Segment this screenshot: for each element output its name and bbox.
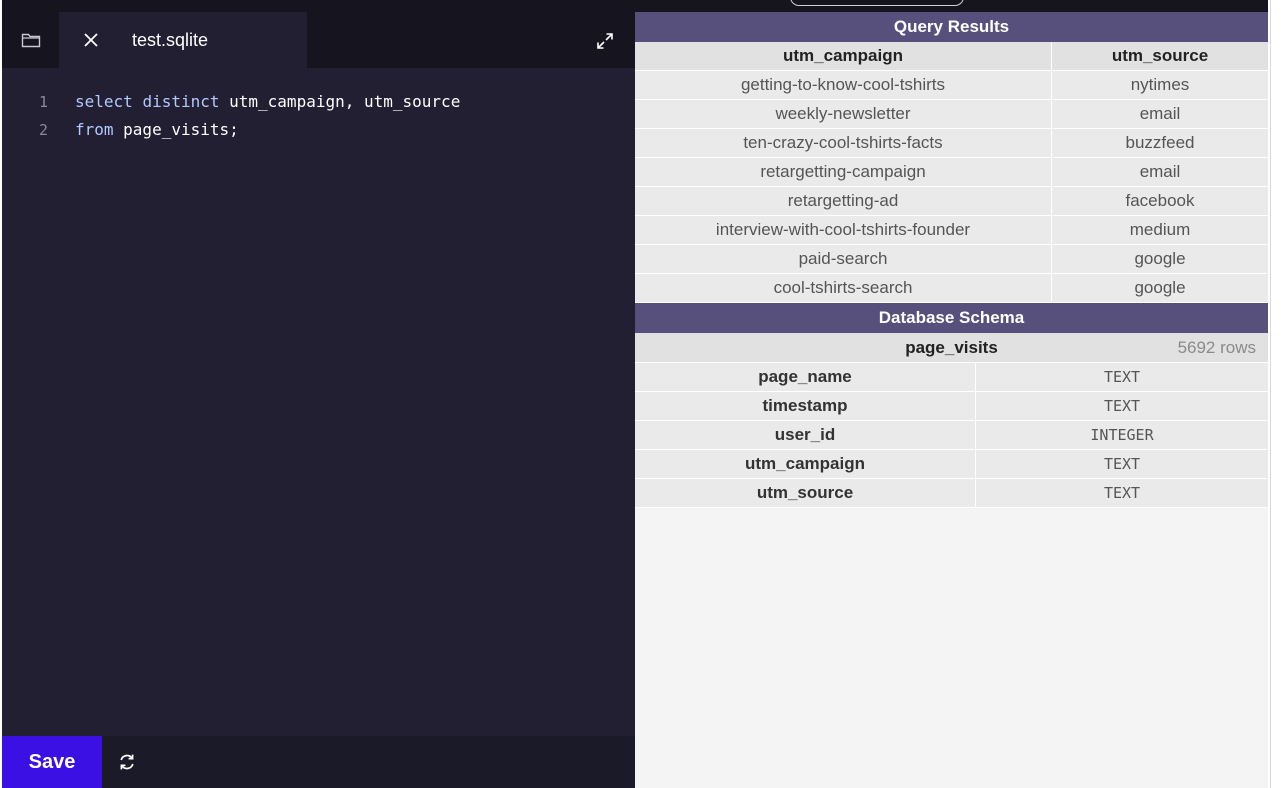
cell-utm-campaign: getting-to-know-cool-tshirts xyxy=(635,70,1052,100)
tab-test-sqlite[interactable]: test.sqlite xyxy=(59,12,307,68)
keyword-distinct: distinct xyxy=(142,92,220,111)
schema-field-row: utm_source TEXT xyxy=(635,478,1268,508)
keyword-from: from xyxy=(75,120,114,139)
code-editor-pane: test.sqlite 1 select distinct utm_campai… xyxy=(2,12,635,788)
code-line: 2 from page_visits; xyxy=(2,116,635,144)
schema-table-row[interactable]: page_visits 5692 rows xyxy=(635,333,1268,363)
code-area[interactable]: 1 select distinct utm_campaign, utm_sour… xyxy=(2,88,635,144)
folder-icon xyxy=(21,33,40,48)
expand-icon xyxy=(597,33,613,49)
tab-label: test.sqlite xyxy=(132,30,209,50)
results-pane: Query Results utm_campaign utm_source ge… xyxy=(635,12,1268,788)
code-rest: utm_campaign, utm_source xyxy=(219,92,461,111)
table-row: interview-with-cool-tshirts-founder mediu… xyxy=(635,215,1268,245)
cell-utm-campaign: retargetting-campaign xyxy=(635,157,1052,187)
line-number: 2 xyxy=(38,121,48,139)
query-results-table: utm_campaign utm_source getting-to-know-… xyxy=(635,42,1268,303)
table-row: retargetting-ad facebook xyxy=(635,186,1268,216)
folder-button[interactable] xyxy=(2,12,59,68)
code-rest: page_visits; xyxy=(113,120,239,139)
line-number: 1 xyxy=(38,93,48,111)
table-row: cool-tshirts-search google xyxy=(635,273,1268,303)
schema-table-name: page_visits xyxy=(905,338,998,357)
cell-utm-campaign: retargetting-ad xyxy=(635,186,1052,216)
scrollbar-track[interactable] xyxy=(1270,0,1271,788)
schema-fields-table: page_name TEXT timestamp TEXT user_id INTEG… xyxy=(635,363,1268,508)
refresh-button[interactable] xyxy=(114,749,140,775)
query-results-header: Query Results xyxy=(635,12,1268,42)
table-header-row: utm_campaign utm_source xyxy=(635,42,1268,71)
field-type: INTEGER xyxy=(975,420,1268,450)
code-text: select distinct utm_campaign, utm_source xyxy=(75,88,460,116)
cell-utm-campaign: cool-tshirts-search xyxy=(635,273,1052,303)
close-tab-button[interactable] xyxy=(79,28,103,52)
editor-footer: Save xyxy=(2,736,635,788)
field-name: page_name xyxy=(635,363,976,392)
cell-utm-source: email xyxy=(1051,99,1268,129)
field-type: TEXT xyxy=(975,391,1268,421)
table-row: getting-to-know-cool-tshirts nytimes xyxy=(635,70,1268,100)
field-name: utm_campaign xyxy=(635,449,976,479)
schema-field-row: timestamp TEXT xyxy=(635,391,1268,421)
table-row: retargetting-campaign email xyxy=(635,157,1268,187)
field-name: timestamp xyxy=(635,391,976,421)
cell-utm-campaign: paid-search xyxy=(635,244,1052,274)
cell-utm-source: buzzfeed xyxy=(1051,128,1268,158)
refresh-icon xyxy=(120,754,134,770)
field-name: utm_source xyxy=(635,478,976,508)
cell-utm-campaign: ten-crazy-cool-tshirts-facts xyxy=(635,128,1052,158)
database-schema-header: Database Schema xyxy=(635,303,1268,333)
schema-field-row: user_id INTEGER xyxy=(635,420,1268,450)
column-header-utm-source: utm_source xyxy=(1051,42,1268,71)
cell-utm-source: google xyxy=(1051,273,1268,303)
table-row: paid-search google xyxy=(635,244,1268,274)
cell-utm-source: google xyxy=(1051,244,1268,274)
cell-utm-campaign: interview-with-cool-tshirts-founder xyxy=(635,215,1052,245)
table-row: weekly-newsletter email xyxy=(635,99,1268,129)
cell-utm-campaign: weekly-newsletter xyxy=(635,99,1052,129)
cell-utm-source: email xyxy=(1051,157,1268,187)
schema-field-row: page_name TEXT xyxy=(635,363,1268,392)
schema-field-row: utm_campaign TEXT xyxy=(635,449,1268,479)
field-type: TEXT xyxy=(975,449,1268,479)
code-text: from page_visits; xyxy=(75,116,239,144)
keyword-select: select xyxy=(75,92,133,111)
top-pill-button[interactable] xyxy=(790,0,964,6)
code-line: 1 select distinct utm_campaign, utm_sour… xyxy=(2,88,635,116)
field-name: user_id xyxy=(635,420,976,450)
top-strip xyxy=(0,0,1288,12)
schema-row-count: 5692 rows xyxy=(1177,338,1256,357)
cell-utm-source: nytimes xyxy=(1051,70,1268,100)
editor-tab-bar: test.sqlite xyxy=(2,12,635,68)
column-header-utm-campaign: utm_campaign xyxy=(635,42,1052,71)
expand-editor-button[interactable] xyxy=(592,28,618,54)
field-type: TEXT xyxy=(975,478,1268,508)
cell-utm-source: medium xyxy=(1051,215,1268,245)
save-button[interactable]: Save xyxy=(2,736,102,788)
close-icon xyxy=(84,33,98,47)
field-type: TEXT xyxy=(975,363,1268,392)
table-row: ten-crazy-cool-tshirts-facts buzzfeed xyxy=(635,128,1268,158)
right-margin xyxy=(1268,0,1288,788)
cell-utm-source: facebook xyxy=(1051,186,1268,216)
